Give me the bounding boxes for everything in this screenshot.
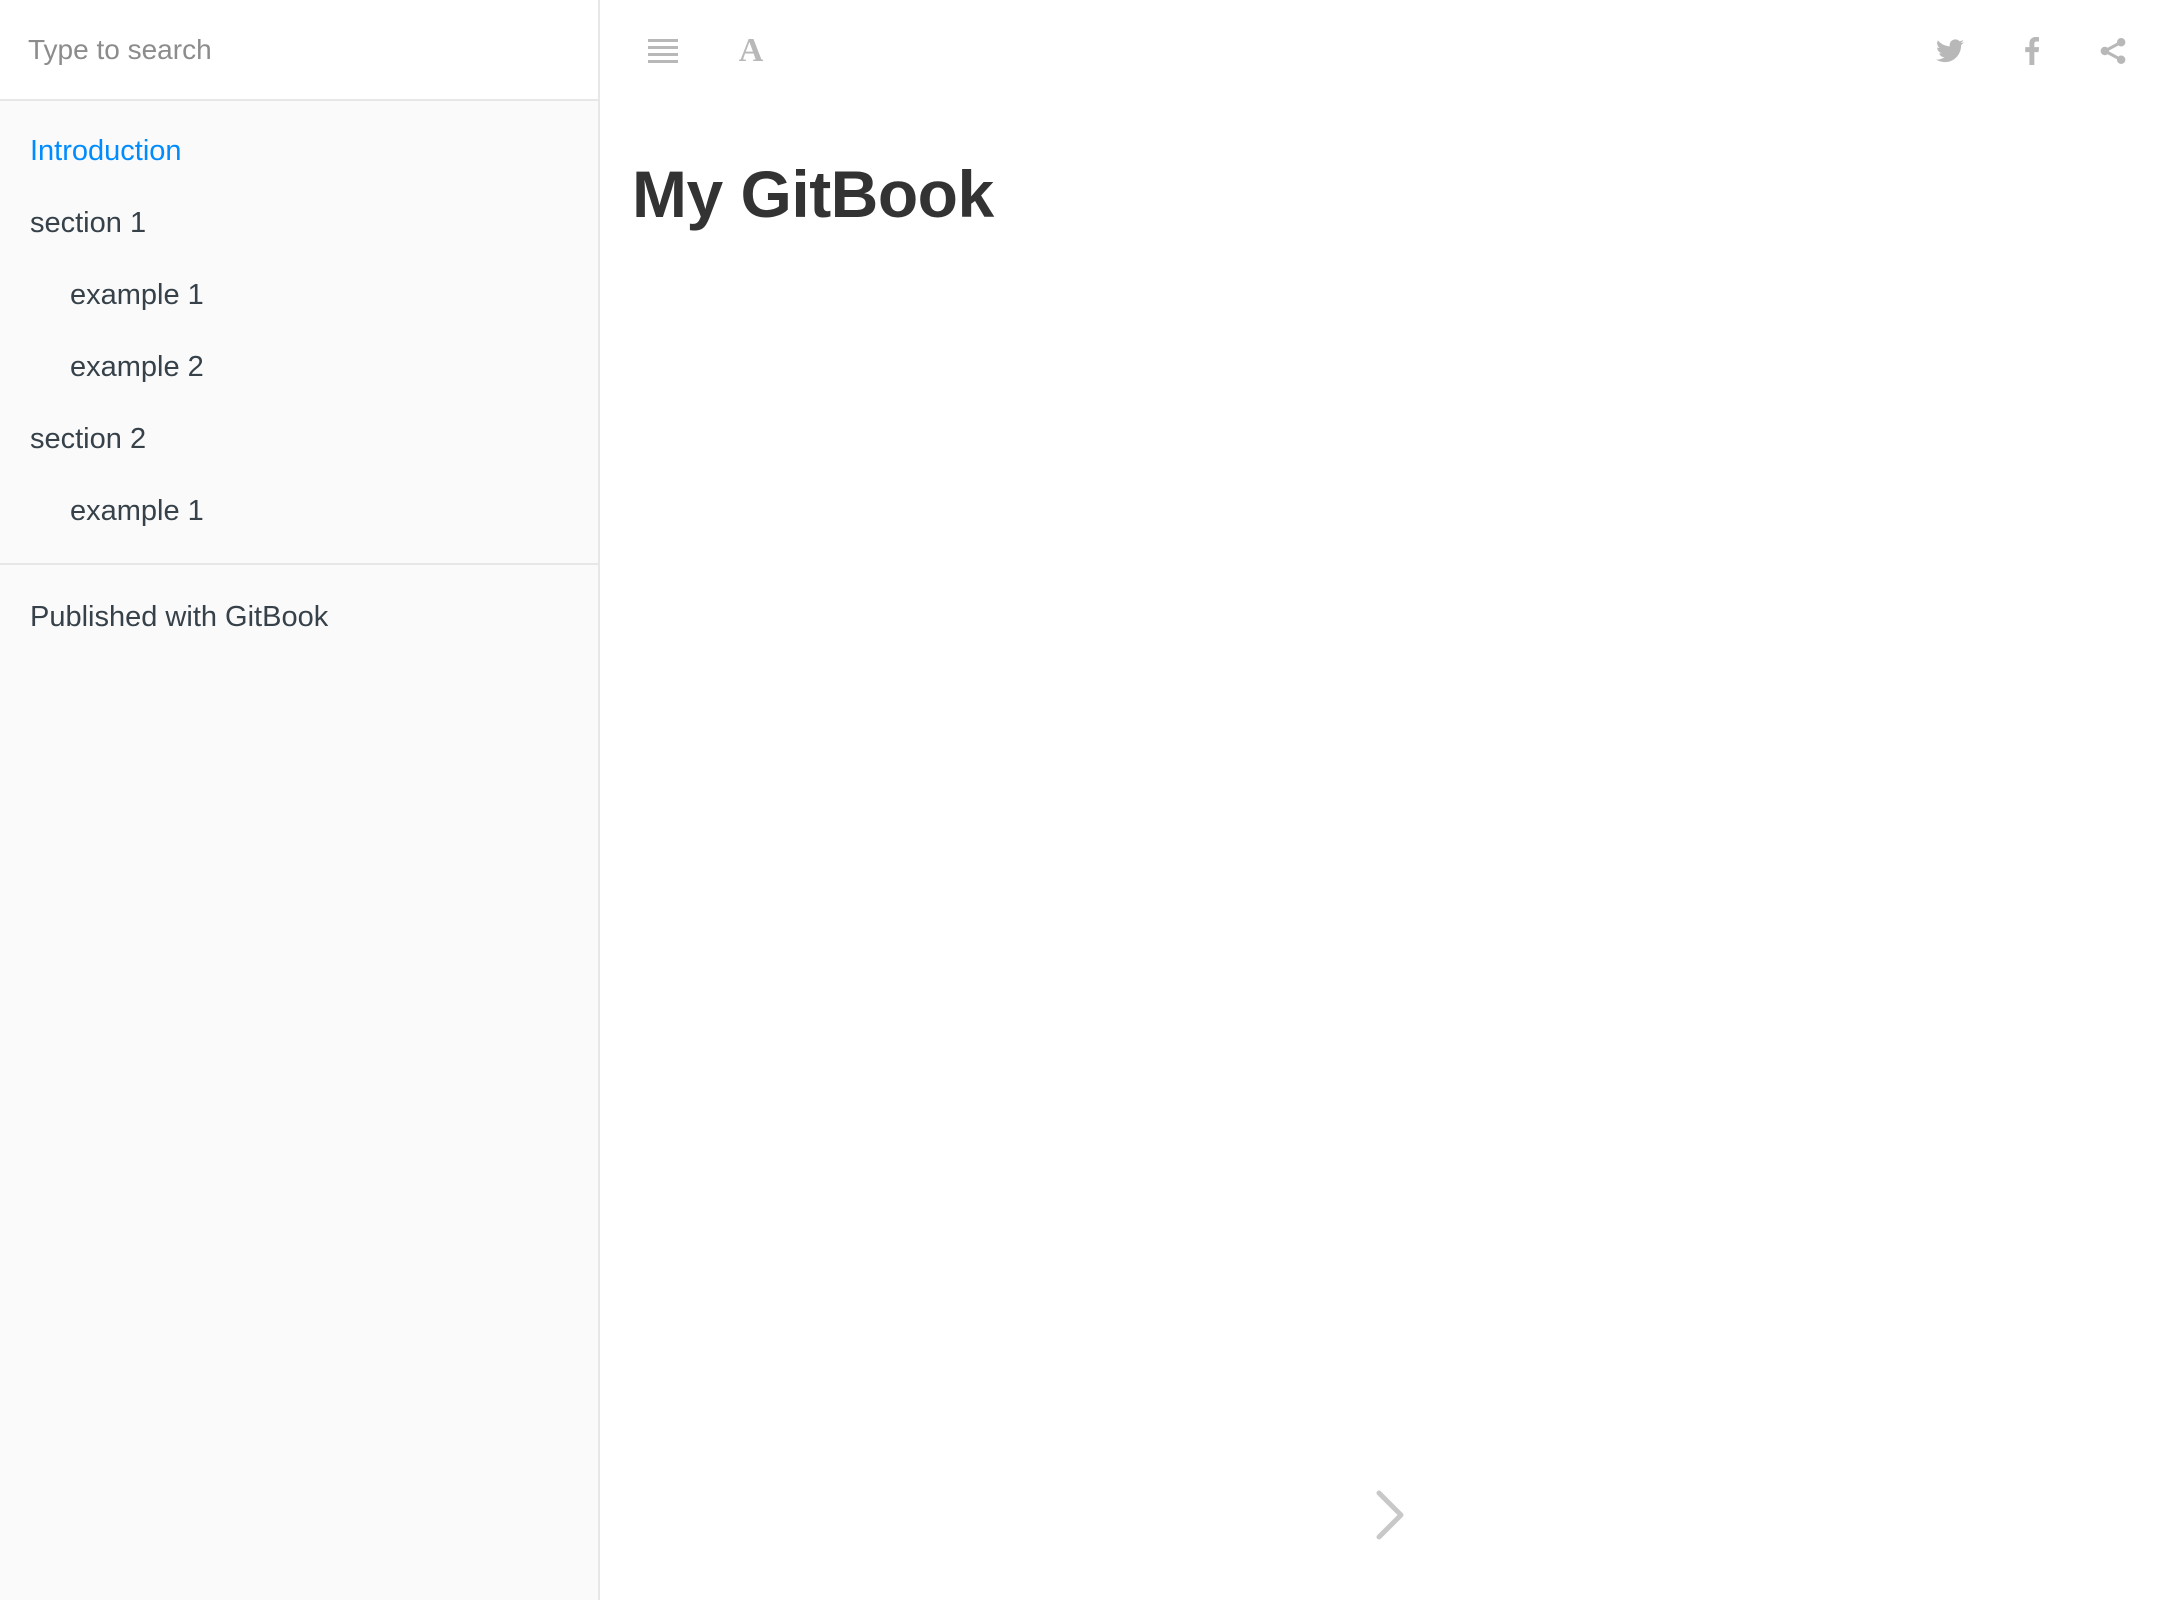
search-box xyxy=(0,0,598,101)
twitter-icon[interactable] xyxy=(1925,26,1975,76)
sidebar-item-section-1[interactable]: section 1 xyxy=(0,187,598,259)
published-with-gitbook-link[interactable]: Published with GitBook xyxy=(0,565,598,669)
page-title: My GitBook xyxy=(632,157,994,231)
book-header: A xyxy=(602,0,2160,101)
share-icon[interactable] xyxy=(2088,26,2138,76)
gitbook-app: Introduction section 1 example 1 example… xyxy=(0,0,2160,1600)
main-content: A My GitBook xyxy=(602,0,2160,1600)
search-input[interactable] xyxy=(0,0,598,99)
sidebar-item-section-1-example-1[interactable]: example 1 xyxy=(0,259,598,331)
facebook-icon[interactable] xyxy=(2007,26,2057,76)
menu-icon[interactable] xyxy=(638,26,688,76)
table-of-contents: Introduction section 1 example 1 example… xyxy=(0,101,598,547)
next-page-button[interactable] xyxy=(1360,1480,1420,1550)
sidebar: Introduction section 1 example 1 example… xyxy=(0,0,600,1600)
sidebar-item-section-2[interactable]: section 2 xyxy=(0,403,598,475)
sidebar-item-section-2-example-1[interactable]: example 1 xyxy=(0,475,598,547)
sidebar-item-section-1-example-2[interactable]: example 2 xyxy=(0,331,598,403)
sidebar-item-introduction[interactable]: Introduction xyxy=(0,115,598,187)
font-settings-glyph: A xyxy=(738,32,764,69)
font-settings-icon[interactable]: A xyxy=(726,26,776,76)
chevron-right-icon xyxy=(1376,1490,1404,1540)
